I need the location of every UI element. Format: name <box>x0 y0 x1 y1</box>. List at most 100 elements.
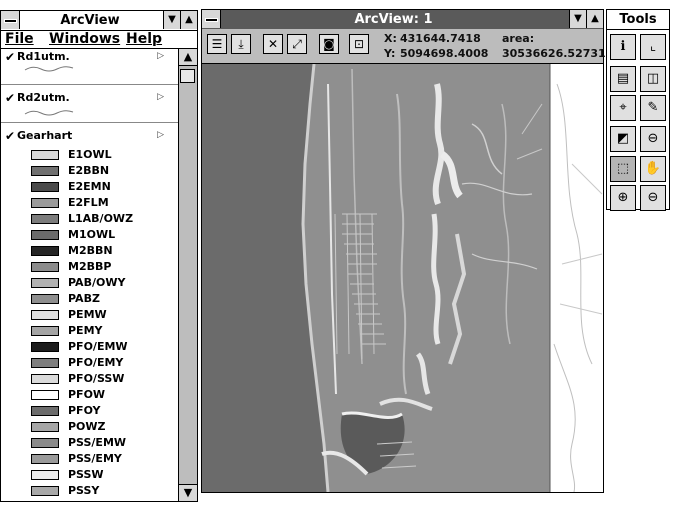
query-icon[interactable]: ◫ <box>640 66 666 92</box>
tools-titlebar[interactable]: Tools <box>607 10 669 30</box>
legend-item[interactable]: PSS/EMW <box>1 435 178 451</box>
legend-item[interactable]: E1OWL <box>1 147 178 163</box>
legend-item[interactable]: PFO/EMY <box>1 355 178 371</box>
legend-swatch <box>31 278 59 288</box>
legend-swatch <box>31 246 59 256</box>
map-canvas[interactable] <box>202 64 603 492</box>
maximize-up-arrow-icon[interactable]: ▲ <box>180 11 197 29</box>
minimize-down-arrow-icon[interactable]: ▼ <box>163 11 180 29</box>
legend-label: PFO/SSW <box>68 372 125 385</box>
legend-label: M2BBN <box>68 244 113 257</box>
legend-item[interactable]: M2BBN <box>1 243 178 259</box>
select-feature-icon[interactable]: ▤ <box>610 66 636 92</box>
wetland-map[interactable] <box>202 64 603 492</box>
theme-name: Rd2utm. <box>17 91 70 104</box>
theme-rd2utm[interactable]: ✔ Rd2utm. ▷ <box>1 85 178 123</box>
camera-icon[interactable]: ◙ <box>319 34 339 54</box>
legend-label: PAB/OWY <box>68 276 126 289</box>
tools-title: Tools <box>619 12 657 27</box>
menu-file[interactable]: File <box>5 30 34 48</box>
legend-item[interactable]: PSS/EMY <box>1 451 178 467</box>
legend-swatch <box>31 406 59 416</box>
legend-swatch <box>31 166 59 176</box>
y-label: Y: <box>384 47 396 60</box>
system-menu-icon[interactable] <box>1 11 20 29</box>
legend-item[interactable]: E2BBN <box>1 163 178 179</box>
legend-item[interactable]: PFOW <box>1 387 178 403</box>
add-theme-icon[interactable]: ⤓ <box>231 34 251 54</box>
pan-hand-icon[interactable]: ✋ <box>640 156 666 182</box>
legend-item[interactable]: PABZ <box>1 291 178 307</box>
check-icon[interactable]: ✔ <box>5 129 15 143</box>
legend-label: M1OWL <box>68 228 116 241</box>
minimize-down-arrow-icon[interactable]: ▼ <box>569 10 586 28</box>
legend-item[interactable]: E2FLM <box>1 195 178 211</box>
check-icon[interactable]: ✔ <box>5 91 15 105</box>
legend-label: PEMY <box>68 324 103 337</box>
theme-name: Rd1utm. <box>17 50 70 63</box>
chart-icon[interactable]: ⌞ <box>640 34 666 60</box>
legend-label: E2EMN <box>68 180 111 193</box>
hotlink-icon[interactable]: ◩ <box>610 126 636 152</box>
table-of-contents[interactable]: ✔ Rd1utm. ▷ ✔ Rd2utm. ▷ ✔ Gearhart ▷ E1O… <box>1 49 178 501</box>
text-tool-icon[interactable]: ⊖ <box>640 126 666 152</box>
expand-triangle-icon[interactable]: ▷ <box>157 51 164 61</box>
menu-windows[interactable]: Windows <box>49 30 120 48</box>
open-theme-table-icon[interactable]: ☰ <box>207 34 227 54</box>
legend-item[interactable]: PFOY <box>1 403 178 419</box>
legend-item[interactable]: PEMW <box>1 307 178 323</box>
legend-swatch <box>31 422 59 432</box>
legend-label: L1AB/OWZ <box>68 212 134 225</box>
theme-rd1utm[interactable]: ✔ Rd1utm. ▷ <box>1 49 178 85</box>
legend-item[interactable]: PAB/OWY <box>1 275 178 291</box>
legend-label: PFO/EMY <box>68 356 124 369</box>
legend-label: E2FLM <box>68 196 109 209</box>
select-box-icon[interactable]: ⬚ <box>610 156 636 182</box>
legend-item[interactable]: PSSW <box>1 467 178 483</box>
menu-help[interactable]: Help <box>126 30 162 48</box>
pointer-icon[interactable]: ⌖ <box>610 95 636 121</box>
legend-item[interactable]: M2BBP <box>1 259 178 275</box>
legend-swatch <box>31 150 59 160</box>
label-icon[interactable]: ✎ <box>640 95 666 121</box>
legend-item[interactable]: L1AB/OWZ <box>1 211 178 227</box>
legend-label: E2BBN <box>68 164 110 177</box>
legend-item[interactable]: U <box>1 499 178 501</box>
theme-gearhart[interactable]: ✔ Gearhart ▷ <box>1 123 178 145</box>
maximize-up-arrow-icon[interactable]: ▲ <box>586 10 603 28</box>
zoom-in-icon[interactable]: ⊕ <box>610 185 636 211</box>
legend-item[interactable]: E2EMN <box>1 179 178 195</box>
map-titlebar[interactable]: ArcView: 1 ▼ ▲ <box>202 10 603 30</box>
x-label: X: <box>384 32 397 45</box>
legend-label: PSSW <box>68 468 104 481</box>
scroll-up-arrow-icon[interactable]: ▲ <box>179 49 197 66</box>
zoom-full-extent-icon[interactable]: ✕ <box>263 34 283 54</box>
x-value: 431644.7418 <box>400 32 481 45</box>
legend-item[interactable]: PEMY <box>1 323 178 339</box>
area-value: 30536626.52731 <box>502 47 606 60</box>
legend-scrollbar[interactable]: ▲ ▼ <box>178 49 197 501</box>
legend-label: PSS/EMY <box>68 452 122 465</box>
legend-title: ArcView <box>60 13 120 28</box>
expand-triangle-icon[interactable]: ▷ <box>157 130 164 140</box>
scroll-thumb[interactable] <box>180 69 195 83</box>
legend-item[interactable]: PSSY <box>1 483 178 499</box>
legend-item[interactable]: POWZ <box>1 419 178 435</box>
legend-swatch <box>31 214 59 224</box>
zoom-to-selected-icon[interactable]: ⤢ <box>287 34 307 54</box>
legend-label: POWZ <box>68 420 106 433</box>
identify-icon[interactable]: ℹ <box>610 34 636 60</box>
legend-item[interactable]: PFO/SSW <box>1 371 178 387</box>
system-menu-icon[interactable] <box>202 10 221 28</box>
find-icon[interactable]: ⊡ <box>349 34 369 54</box>
legend-item[interactable]: PFO/EMW <box>1 339 178 355</box>
scroll-down-arrow-icon[interactable]: ▼ <box>179 484 197 501</box>
check-icon[interactable]: ✔ <box>5 50 15 64</box>
legend-item[interactable]: M1OWL <box>1 227 178 243</box>
map-view-window: ArcView: 1 ▼ ▲ ☰ ⤓ ✕ ⤢ ◙ ⊡ X: 431644.741… <box>201 9 606 493</box>
legend-titlebar[interactable]: ArcView ▼ ▲ <box>1 11 197 31</box>
tools-window: Tools ℹ ⌞ ▤ ◫ ⌖ ✎ ◩ ⊖ ⬚ ✋ ⊕ ⊖ <box>606 9 670 211</box>
zoom-out-icon[interactable]: ⊖ <box>640 185 666 211</box>
legend-label: PSS/EMW <box>68 436 127 449</box>
expand-triangle-icon[interactable]: ▷ <box>157 92 164 102</box>
